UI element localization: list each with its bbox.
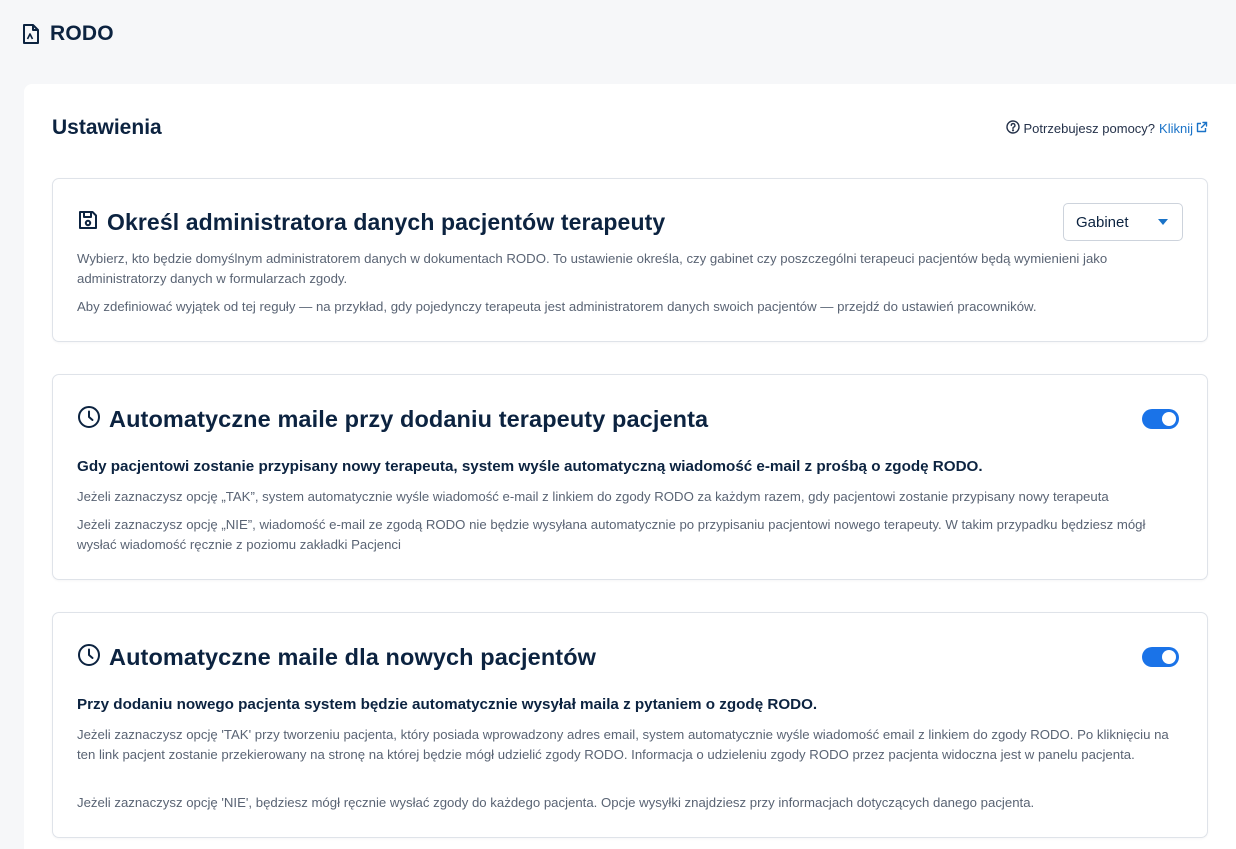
admin-select-value[interactable]: Gabinet	[1076, 214, 1129, 231]
help-area: Potrzebujesz pomocy? Kliknij	[1005, 119, 1208, 137]
new-patient-mail-card: Automatyczne maile dla nowych pacjentów …	[52, 612, 1208, 838]
card-lead: Gdy pacjentowi zostanie przypisany nowy …	[77, 458, 983, 475]
external-link-icon[interactable]	[1196, 121, 1208, 136]
caret-down-icon[interactable]	[1158, 219, 1168, 225]
card-title: Automatyczne maile przy dodaniu terapeut…	[109, 406, 709, 432]
card-lead: Przy dodaniu nowego pacjenta system będz…	[77, 696, 818, 713]
card-header: Automatyczne maile przy dodaniu terapeut…	[77, 405, 1179, 434]
therapist-mail-toggle[interactable]	[1142, 409, 1179, 429]
card-description: Jeżeli zaznaczysz opcję „NIE”, wiadomość…	[77, 517, 1146, 552]
question-circle-icon	[1005, 119, 1020, 137]
help-link-label[interactable]: Kliknij	[1159, 121, 1193, 136]
toggle-knob[interactable]	[1162, 650, 1176, 664]
page-title: RODO	[50, 22, 114, 45]
page-header: RODO	[22, 22, 114, 46]
document-icon	[22, 23, 40, 45]
new-patient-mail-toggle[interactable]	[1142, 647, 1179, 667]
toggle-knob[interactable]	[1162, 412, 1176, 426]
card-header: Automatyczne maile dla nowych pacjentów	[77, 643, 1179, 672]
clock-icon	[77, 405, 101, 434]
settings-panel: Ustawienia Potrzebujesz pomocy? Kliknij	[24, 84, 1236, 849]
card-header: Określ administratora danych pacjentów t…	[77, 209, 1179, 236]
help-link[interactable]: Kliknij	[1159, 121, 1208, 136]
help-text: Potrzebujesz pomocy?	[1023, 120, 1156, 136]
clock-icon	[77, 643, 101, 672]
card-description: Jeżeli zaznaczysz opcję „TAK”, system au…	[77, 489, 1109, 504]
card-description: Aby zdefiniować wyjątek od tej reguły — …	[77, 299, 1037, 314]
data-admin-card: Określ administratora danych pacjentów t…	[52, 178, 1208, 342]
card-description: Jeżeli zaznaczysz opcję 'TAK' przy tworz…	[77, 727, 1169, 762]
card-description: Wybierz, kto będzie domyślnym administra…	[77, 251, 1108, 286]
therapist-mail-card: Automatyczne maile przy dodaniu terapeut…	[52, 374, 1208, 580]
card-title: Automatyczne maile dla nowych pacjentów	[109, 644, 597, 670]
settings-title: Ustawienia	[52, 116, 162, 139]
settings-header: Ustawienia Potrzebujesz pomocy? Kliknij	[52, 116, 1208, 140]
admin-select[interactable]: Gabinet	[1063, 203, 1183, 241]
card-description: Jeżeli zaznaczysz opcję 'NIE', będziesz …	[77, 795, 1035, 810]
save-icon	[77, 209, 99, 236]
card-title: Określ administratora danych pacjentów t…	[107, 209, 666, 235]
